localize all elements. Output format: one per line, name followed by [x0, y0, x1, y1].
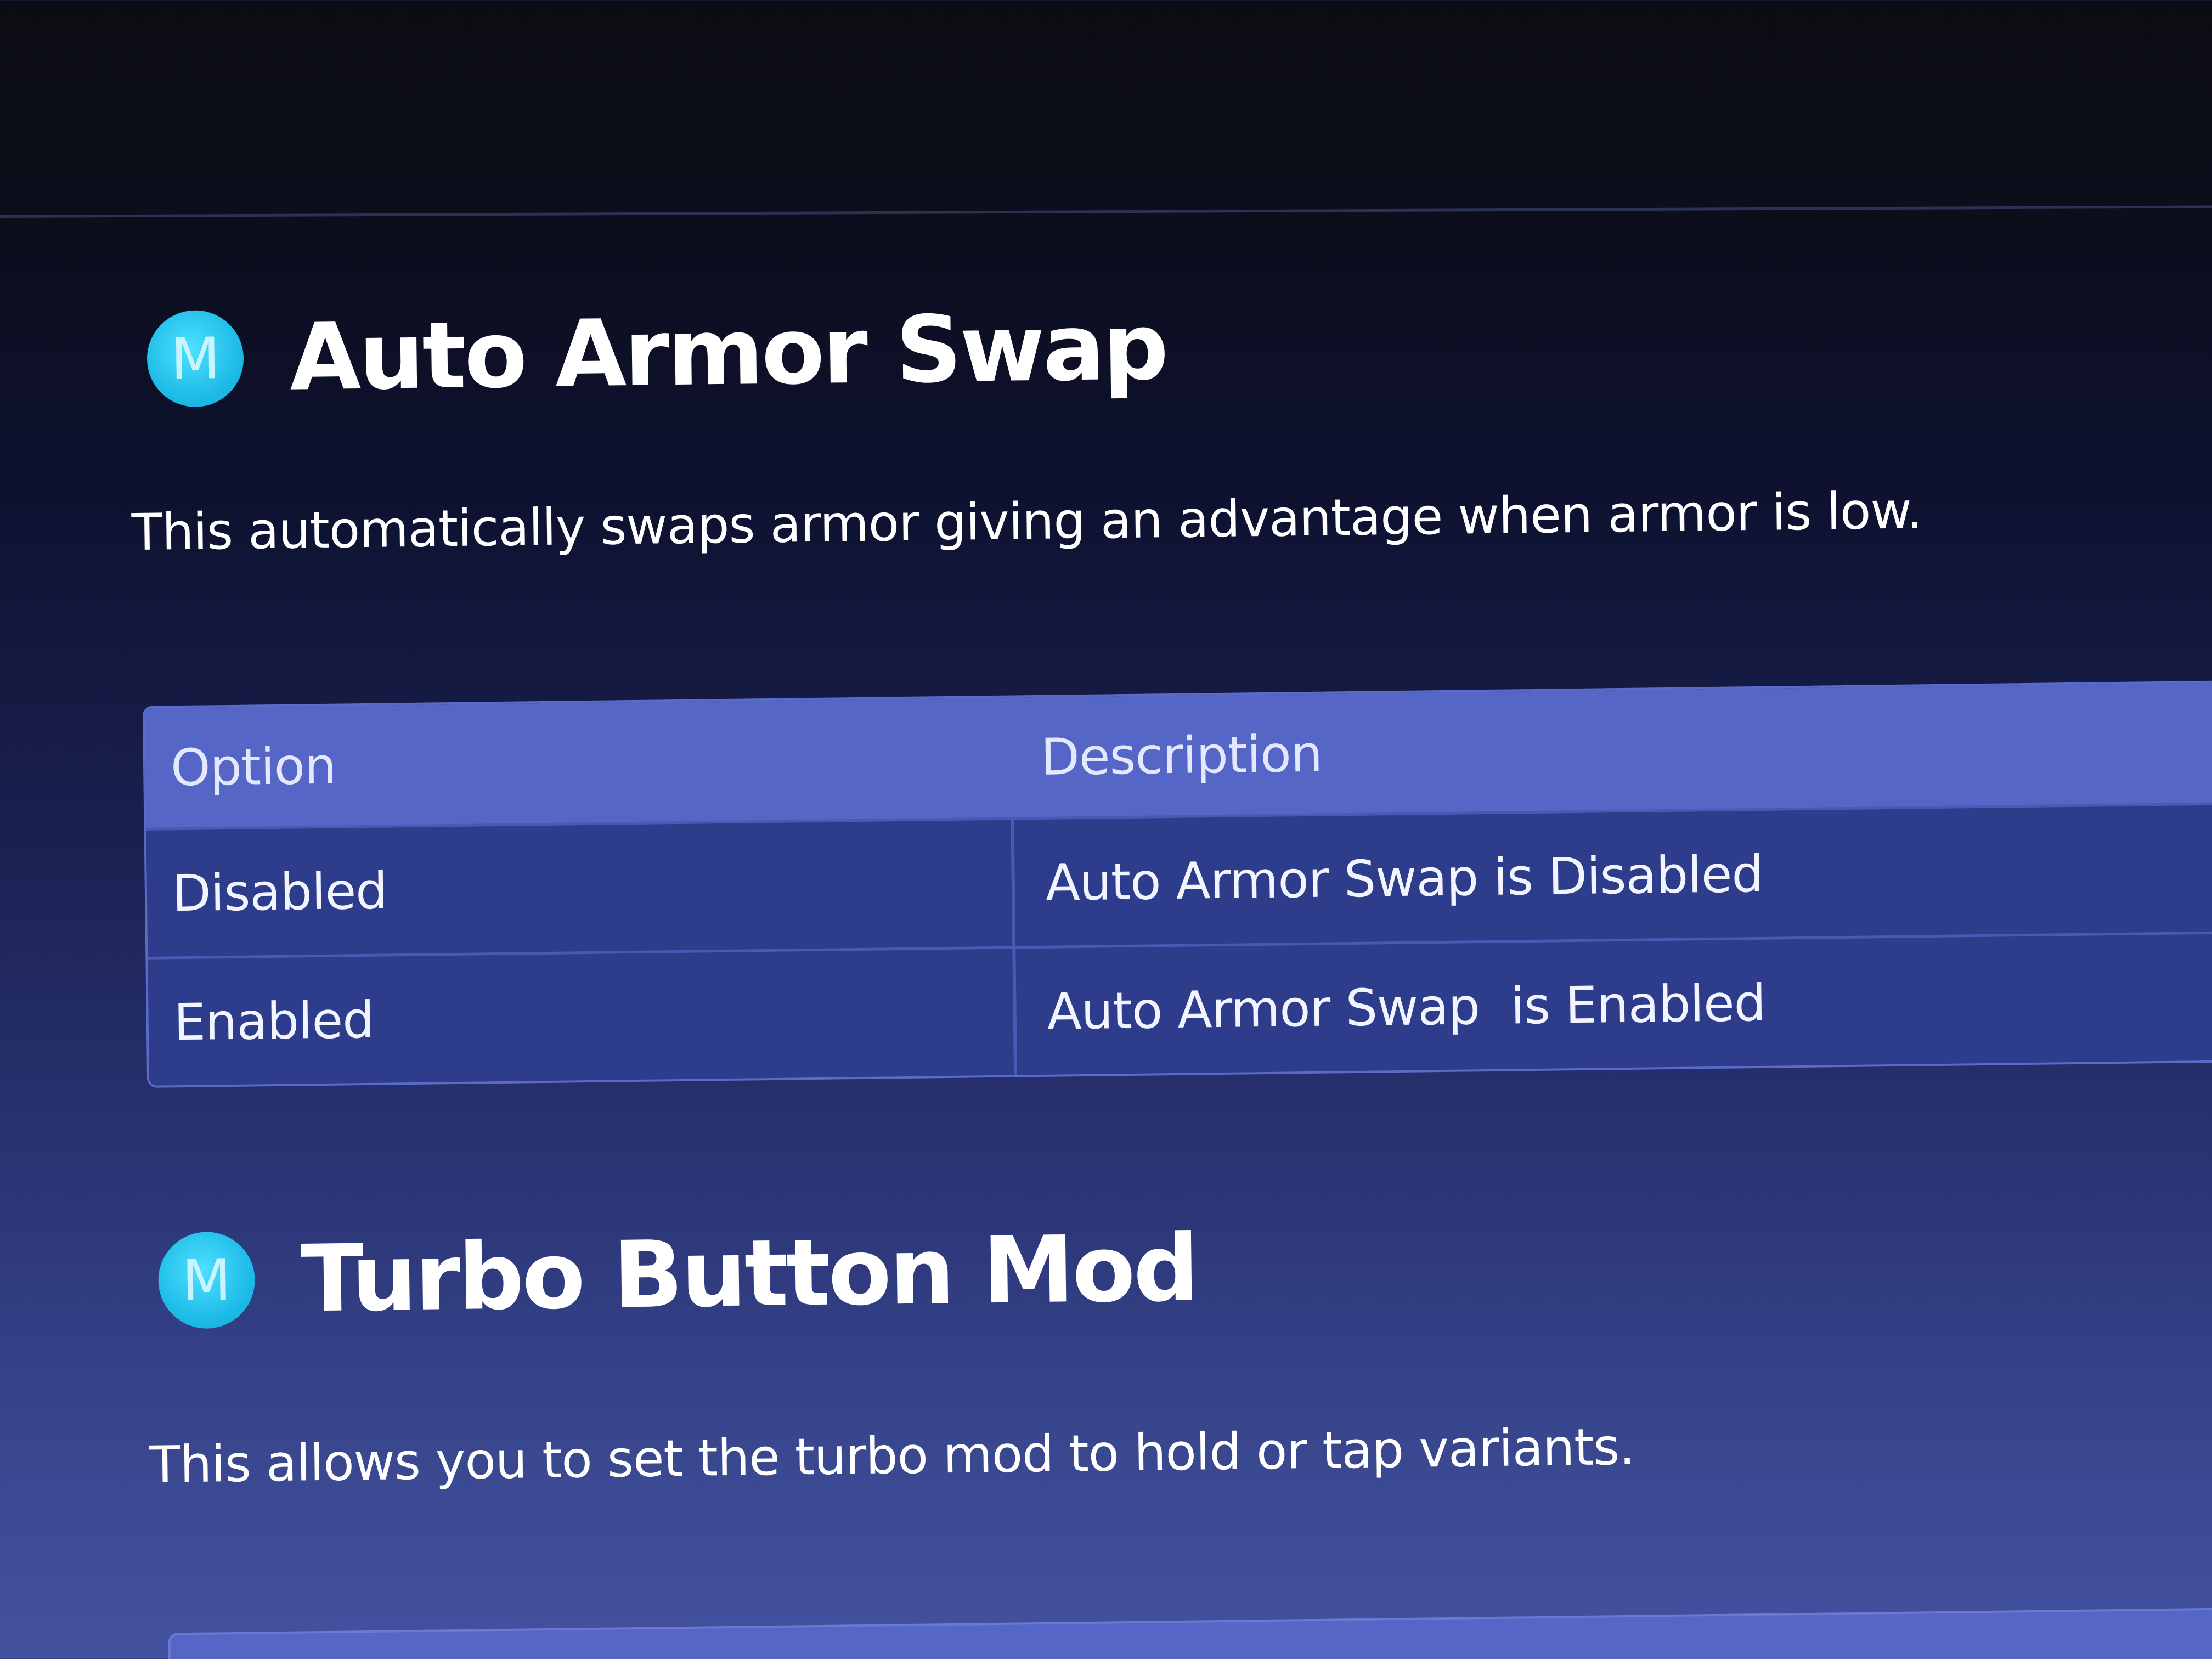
content-area: M Auto Armor Swap This automatically swa… [0, 0, 2212, 1659]
table-cell-option: Disabled [146, 820, 1016, 957]
section-description: This automatically swaps armor giving an… [131, 481, 1923, 562]
m-circle-icon: M [146, 309, 245, 408]
table-cell-description: Auto Armor Swap is Enabled [1047, 973, 1766, 1041]
table-cell-description: Auto Armor Swap is Disabled [1045, 844, 1764, 912]
section-header-auto-armor-swap: M Auto Armor Swap [146, 293, 1167, 413]
badge-letter: M [170, 325, 221, 393]
table-header-option: Option [170, 736, 336, 797]
table-header-row: Option Description [144, 682, 2212, 831]
section-header-turbo-button-mod: M Turbo Button Mod [157, 1215, 1198, 1335]
table-header-description: Description [1040, 724, 1323, 787]
section-description: This allows you to set the turbo mod to … [149, 1417, 1635, 1494]
section-title: Auto Armor Swap [289, 293, 1167, 411]
badge-letter: M [181, 1246, 232, 1314]
options-table: Option Description Disabled Auto Armor S… [142, 680, 2212, 1088]
m-circle-icon: M [157, 1231, 256, 1329]
table-row: Enabled Auto Armor Swap is Enabled [148, 933, 2212, 1086]
options-table-partial [168, 1606, 2212, 1659]
section-title: Turbo Button Mod [300, 1214, 1198, 1333]
table-row: Disabled Auto Armor Swap is Disabled [146, 804, 2212, 960]
table-cell-option: Enabled [148, 949, 1018, 1086]
